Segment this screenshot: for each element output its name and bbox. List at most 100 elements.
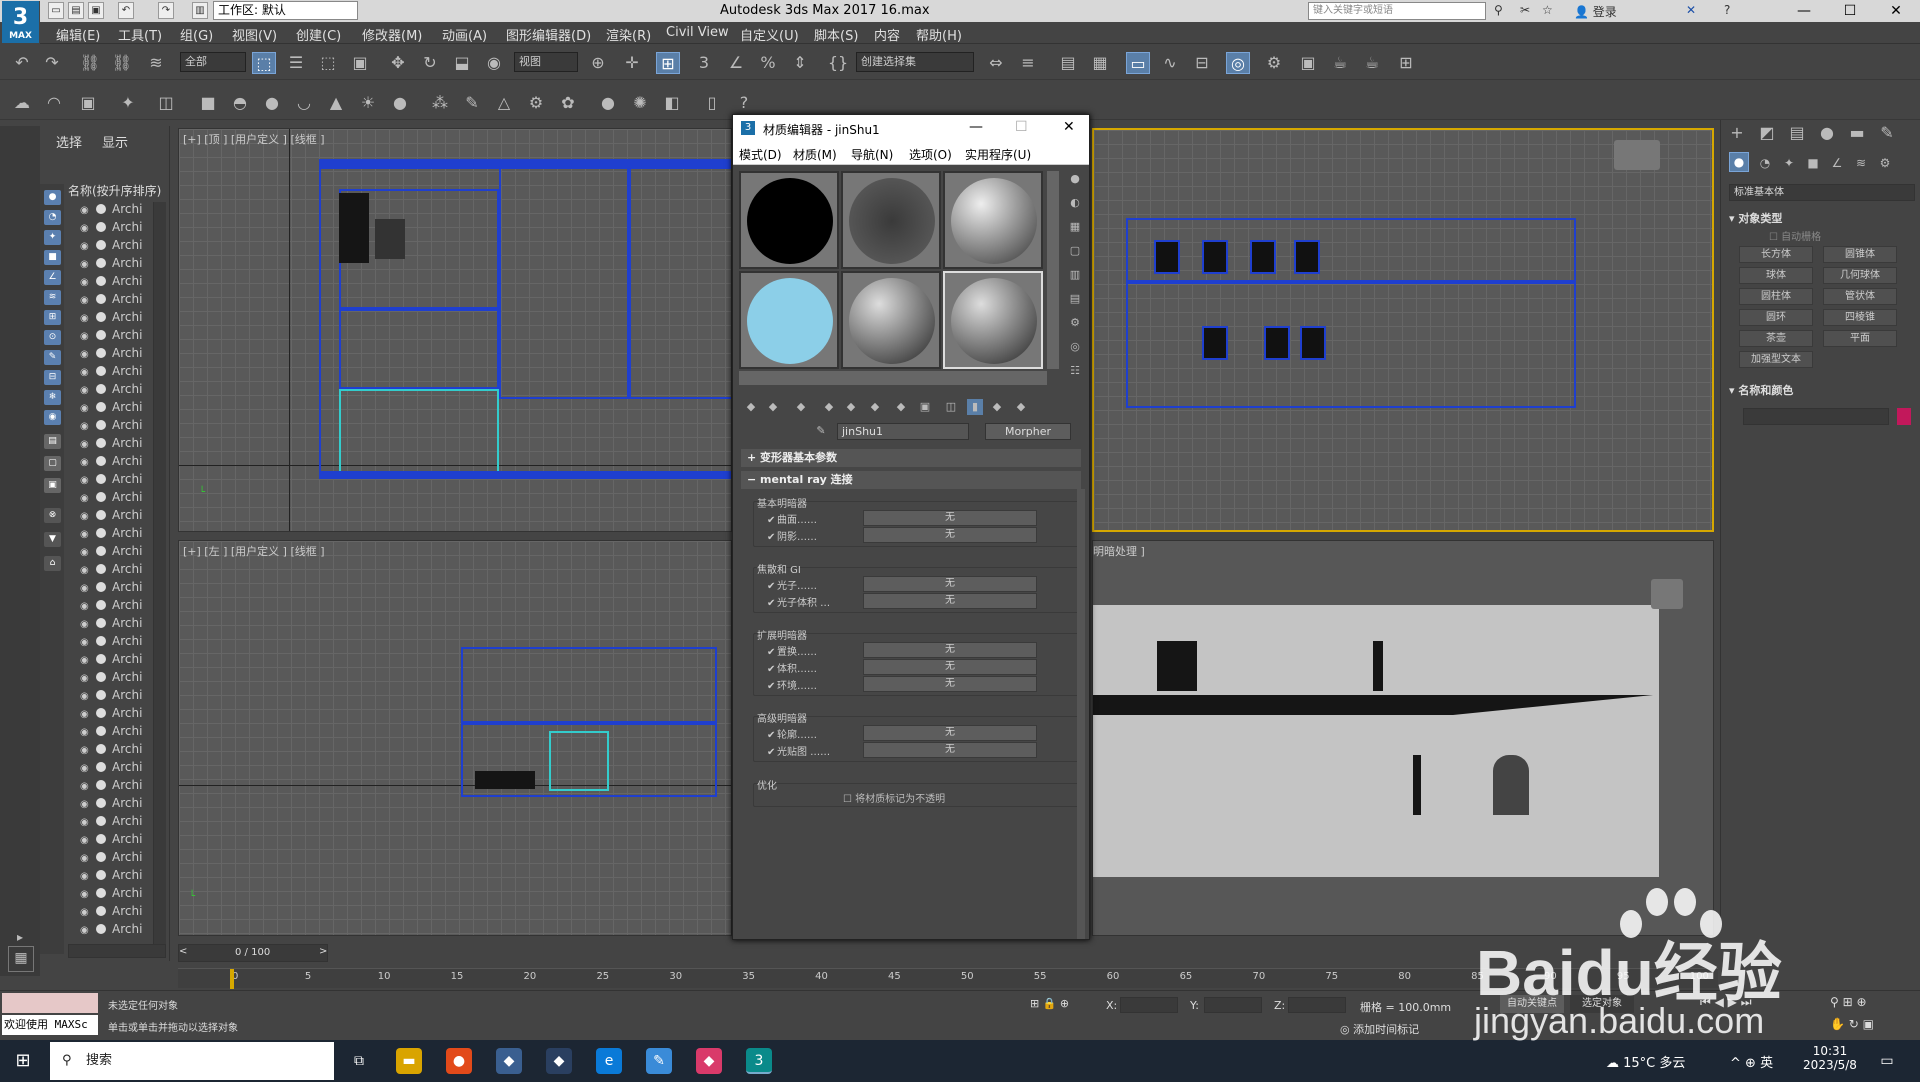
visibility-eye-icon[interactable]: ◉ <box>80 601 92 612</box>
cone-icon[interactable]: ▲ <box>324 92 348 114</box>
autogrid-checkbox[interactable]: ☐ 自动栅格 <box>1769 228 1821 243</box>
angle-snap-icon[interactable]: ∠ <box>724 52 748 74</box>
clock[interactable]: 10:31 2023/5/8 <box>1800 1044 1860 1072</box>
filter-frozen-icon[interactable]: ❄ <box>44 390 61 405</box>
tab-select[interactable]: 选择 <box>56 132 82 151</box>
scene-object-row[interactable]: ◉ Archi <box>80 634 142 652</box>
auto-key-button[interactable]: 自动关键点 <box>1500 995 1564 1013</box>
visibility-eye-icon[interactable]: ◉ <box>80 691 92 702</box>
visibility-eye-icon[interactable]: ◉ <box>80 385 92 396</box>
select-object-icon[interactable]: ⬚ <box>252 52 276 74</box>
cloud-icon[interactable]: ☁ <box>10 92 34 114</box>
shader-checkbox[interactable]: ✔ 置换…… <box>767 643 817 658</box>
uv-tiling-icon[interactable]: ▢ <box>1067 243 1083 259</box>
isolate-icon[interactable]: ⊞ 🔒 ⊕ <box>1030 997 1069 1010</box>
filter-bones-icon[interactable]: ✎ <box>44 350 61 365</box>
app-icon-2[interactable]: ◆ <box>546 1048 572 1074</box>
scene-object-row[interactable]: ◉ Archi <box>80 760 142 778</box>
visibility-eye-icon[interactable]: ◉ <box>80 547 92 558</box>
sun-icon[interactable]: ☀ <box>356 92 380 114</box>
freeze-dot-icon[interactable] <box>96 744 106 754</box>
time-cursor[interactable] <box>230 969 234 989</box>
go-forward-sibling-icon[interactable]: ◆ <box>989 399 1005 415</box>
scene-object-row[interactable]: ◉ Archi <box>80 670 142 688</box>
shader-checkbox[interactable]: ✔ 光子…… <box>767 577 817 592</box>
freeze-dot-icon[interactable] <box>96 420 106 430</box>
freeze-dot-icon[interactable] <box>96 438 106 448</box>
material-slot-5[interactable] <box>841 271 941 369</box>
file-explorer-icon[interactable]: ▬ <box>396 1048 422 1074</box>
freeze-dot-icon[interactable] <box>96 474 106 484</box>
viewport-top-label[interactable]: [+] [顶 ] [用户定义 ] [线框 ] <box>183 131 325 147</box>
menu-content[interactable]: 内容 <box>874 25 900 44</box>
wrench-icon[interactable]: ✎ <box>460 92 484 114</box>
shader-checkbox[interactable]: ✔ 环境…… <box>767 677 817 692</box>
visibility-eye-icon[interactable]: ◉ <box>80 871 92 882</box>
primitive-button[interactable]: 管状体 <box>1823 288 1897 305</box>
link-icon[interactable]: ⛓ <box>78 52 102 74</box>
reset-map-icon[interactable]: ◆ <box>821 399 837 415</box>
scene-object-row[interactable]: ◉ Archi <box>80 364 142 382</box>
scene-object-row[interactable]: ◉ Archi <box>80 202 142 220</box>
scene-object-row[interactable]: ◉ Archi <box>80 256 142 274</box>
options-icon[interactable]: ⚙ <box>1067 315 1083 331</box>
geometry-icon[interactable]: ● <box>1729 152 1749 172</box>
shader-checkbox[interactable]: ✔ 体积…… <box>767 660 817 675</box>
notification-icon[interactable]: ▭ <box>1874 1048 1900 1074</box>
image-icon[interactable]: ▣ <box>76 92 100 114</box>
visibility-eye-icon[interactable]: ◉ <box>80 511 92 522</box>
shader-map-button[interactable]: 无 <box>863 725 1037 741</box>
rollout-object-type[interactable]: ▾ 对象类型 <box>1729 210 1782 226</box>
primitive-button[interactable]: 平面 <box>1823 330 1897 347</box>
app-icon-3[interactable]: ◆ <box>696 1048 722 1074</box>
visibility-eye-icon[interactable]: ◉ <box>80 619 92 630</box>
z-coordinate-field[interactable] <box>1288 997 1346 1013</box>
me-menu-options[interactable]: 选项(O) <box>909 146 952 163</box>
freeze-dot-icon[interactable] <box>96 294 106 304</box>
snaps-toggle-icon[interactable]: 3 <box>692 52 716 74</box>
menu-modifiers[interactable]: 修改器(M) <box>362 25 422 44</box>
freeze-dot-icon[interactable] <box>96 780 106 790</box>
scene-object-row[interactable]: ◉ Archi <box>80 274 142 292</box>
scene-object-row[interactable]: ◉ Archi <box>80 688 142 706</box>
windows-start-icon[interactable]: ⊞ <box>10 1048 36 1074</box>
particles-icon[interactable]: ⁂ <box>428 92 452 114</box>
filter-funnel-icon[interactable]: ▼ <box>44 532 61 547</box>
material-navigator-icon[interactable]: ☷ <box>1067 363 1083 379</box>
scene-object-row[interactable]: ◉ Archi <box>80 472 142 490</box>
visibility-eye-icon[interactable]: ◉ <box>80 565 92 576</box>
filter-containers-icon[interactable]: ⊟ <box>44 370 61 385</box>
freeze-dot-icon[interactable] <box>96 528 106 538</box>
scene-object-row[interactable]: ◉ Archi <box>80 400 142 418</box>
freeze-dot-icon[interactable] <box>96 636 106 646</box>
material-slot-1[interactable] <box>739 171 839 269</box>
scene-object-row[interactable]: ◉ Archi <box>80 418 142 436</box>
me-menu-material[interactable]: 材质(M) <box>793 146 837 163</box>
rotate-icon[interactable]: ↻ <box>418 52 442 74</box>
me-menu-navigation[interactable]: 导航(N) <box>851 146 893 163</box>
scene-object-row[interactable]: ◉ Archi <box>80 922 142 940</box>
viewport-camera-label[interactable]: 明暗处理 ] <box>1093 543 1145 559</box>
scene-object-row[interactable]: ◉ Archi <box>80 580 142 598</box>
display-none-icon[interactable]: ▢ <box>44 456 61 471</box>
material-name-field[interactable]: jinShu1 <box>837 423 969 440</box>
render-iterative-icon[interactable]: ☕ <box>1360 52 1384 74</box>
eyedropper-icon[interactable]: ✎ <box>813 423 829 439</box>
tools-icon[interactable]: ✂ <box>1520 3 1530 17</box>
select-by-material-icon[interactable]: ◎ <box>1067 339 1083 355</box>
shader-map-button[interactable]: 无 <box>863 676 1037 692</box>
save-icon[interactable]: ▣ <box>88 2 104 19</box>
primitive-button[interactable]: 圆柱体 <box>1739 288 1813 305</box>
shader-map-button[interactable]: 无 <box>863 527 1037 543</box>
orb-icon[interactable]: ● <box>388 92 412 114</box>
menu-views[interactable]: 视图(V) <box>232 25 277 44</box>
rollout-name-color[interactable]: ▾ 名称和颜色 <box>1729 382 1793 398</box>
lights-icon[interactable]: ✦ <box>1777 152 1801 174</box>
shader-checkbox[interactable]: ✔ 阴影…… <box>767 528 817 543</box>
freeze-dot-icon[interactable] <box>96 888 106 898</box>
pyramid-icon[interactable]: △ <box>492 92 516 114</box>
material-id-icon[interactable]: ◆ <box>893 399 909 415</box>
freeze-dot-icon[interactable] <box>96 690 106 700</box>
primitive-button[interactable]: 四棱锥 <box>1823 309 1897 326</box>
scene-object-row[interactable]: ◉ Archi <box>80 652 142 670</box>
